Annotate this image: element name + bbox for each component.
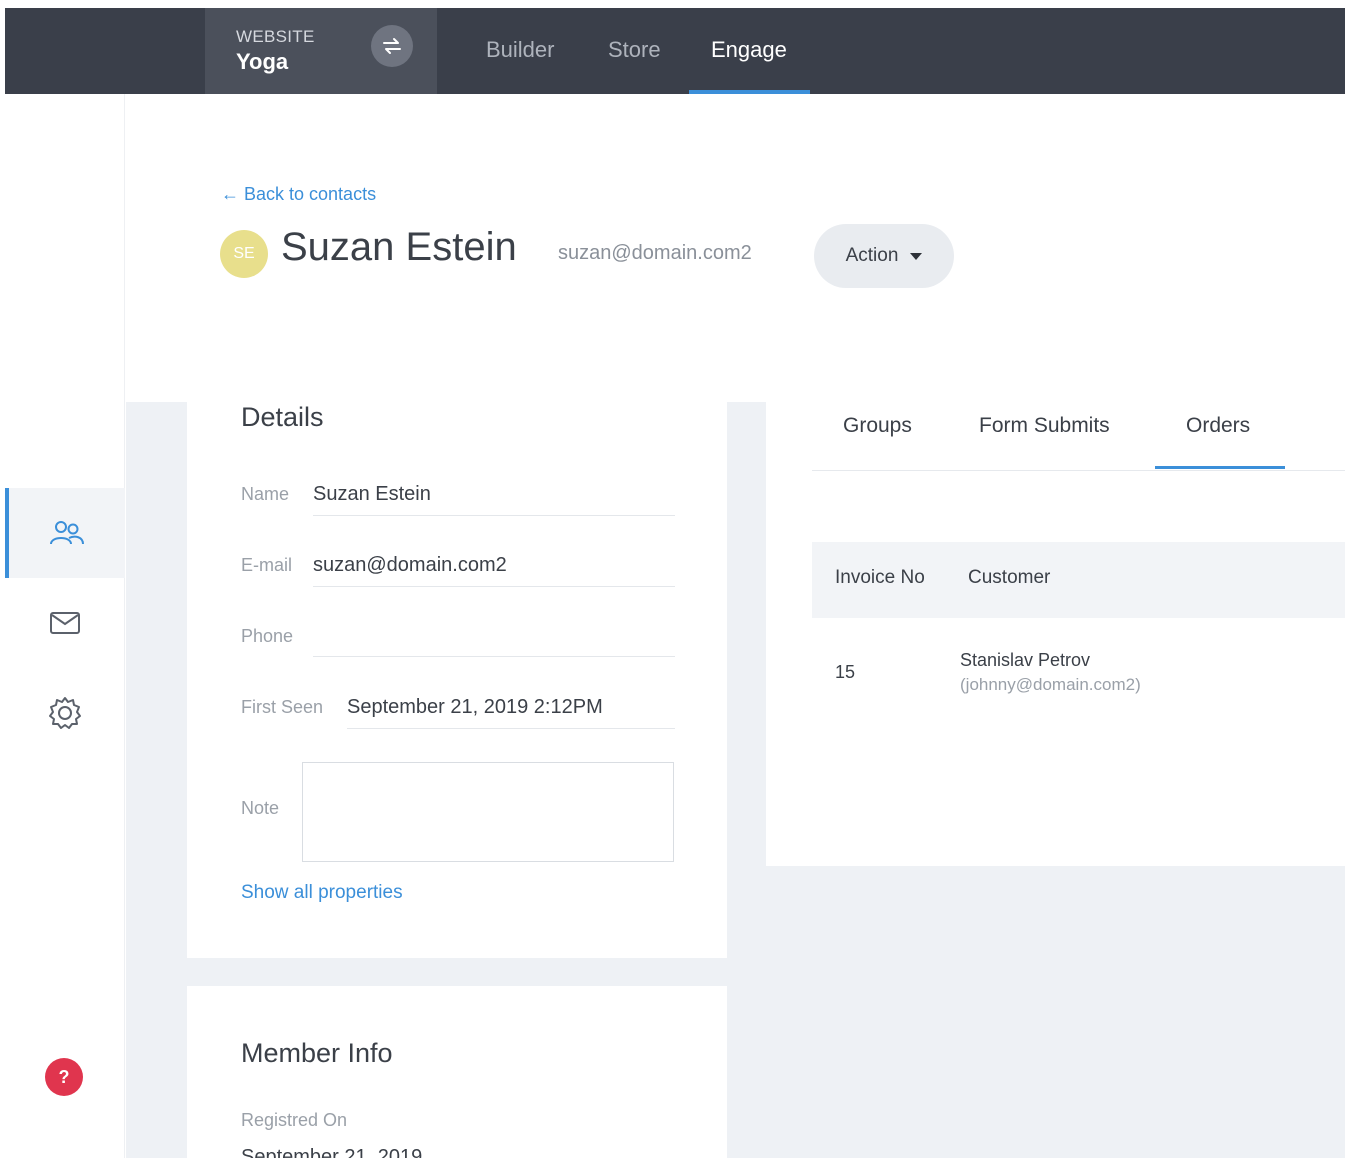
tab-form-submits[interactable]: Form Submits (979, 414, 1110, 438)
column-header-invoice: Invoice No (835, 567, 925, 588)
contact-email: suzan@domain.com2 (558, 242, 752, 264)
email-label: E-mail (241, 555, 293, 575)
customer-email: (johnny@domain.com2) (960, 675, 1141, 694)
back-to-contacts-link[interactable]: ← Back to contacts (221, 184, 376, 205)
app-frame: WEBSITE Yoga Builder Store Engage ? ← Ba… (5, 8, 1345, 1158)
nav-tab-builder[interactable]: Builder (486, 37, 554, 63)
first-seen-label: First Seen (241, 697, 324, 717)
top-bar: WEBSITE Yoga Builder Store Engage (5, 8, 1345, 94)
registered-on-value: September 21, 2019 (241, 1146, 423, 1158)
website-name: Yoga (236, 49, 289, 74)
nav-tab-store[interactable]: Store (608, 37, 661, 63)
first-seen-value: September 21, 2019 2:12PM (347, 696, 603, 718)
note-label: Note (241, 798, 280, 818)
swap-arrows-icon (383, 38, 401, 54)
gear-icon (49, 697, 81, 729)
activity-card: Groups Form Submits Orders Invoice No Cu… (766, 350, 1345, 866)
orders-table-header: Invoice No Customer (812, 542, 1345, 618)
name-field[interactable]: Suzan Estein (313, 483, 431, 506)
registered-on-label: Registred On (241, 1110, 348, 1130)
action-dropdown-button[interactable]: Action (814, 224, 954, 288)
nav-tab-engage[interactable]: Engage (711, 37, 787, 63)
mail-icon (50, 612, 80, 634)
phone-field[interactable] (313, 626, 675, 650)
page-title: Suzan Estein (281, 225, 517, 269)
member-info-title: Member Info (241, 1038, 393, 1068)
website-switcher[interactable]: WEBSITE Yoga (205, 8, 437, 94)
note-textarea[interactable] (302, 762, 674, 862)
left-sidebar: ? (5, 94, 125, 1158)
phone-label: Phone (241, 626, 294, 646)
email-field[interactable]: suzan@domain.com2 (313, 554, 507, 577)
column-header-customer: Customer (968, 567, 1051, 588)
swap-website-button[interactable] (371, 25, 413, 67)
member-info-card: Member Info Registred On September 21, 2… (187, 986, 727, 1158)
help-button[interactable]: ? (45, 1058, 83, 1096)
sidebar-item-contacts[interactable] (5, 488, 125, 578)
website-kicker: WEBSITE (236, 27, 315, 46)
customer-name: Stanislav Petrov (960, 650, 1091, 670)
tabs-divider (812, 470, 1345, 471)
show-all-properties-link[interactable]: Show all properties (241, 882, 403, 904)
main-content: ← Back to contacts SE Suzan Estein suzan… (126, 94, 1345, 1158)
name-label: Name (241, 484, 290, 504)
tab-groups[interactable]: Groups (843, 414, 912, 438)
action-label: Action (845, 245, 899, 266)
sidebar-item-settings[interactable] (5, 668, 125, 758)
active-tab-indicator (1155, 466, 1285, 469)
sidebar-item-mail[interactable] (5, 578, 125, 668)
details-card: Details Name Suzan Estein E-mail suzan@d… (187, 350, 727, 958)
name-field-underline (313, 515, 675, 516)
contacts-icon (50, 521, 84, 545)
invoice-number: 15 (835, 662, 856, 682)
details-title: Details (241, 402, 324, 432)
avatar: SE (220, 230, 268, 278)
first-seen-underline (347, 728, 675, 729)
caret-down-icon (910, 252, 923, 260)
email-field-underline (313, 586, 675, 587)
phone-field-underline (313, 656, 675, 657)
tab-orders[interactable]: Orders (1186, 414, 1250, 438)
